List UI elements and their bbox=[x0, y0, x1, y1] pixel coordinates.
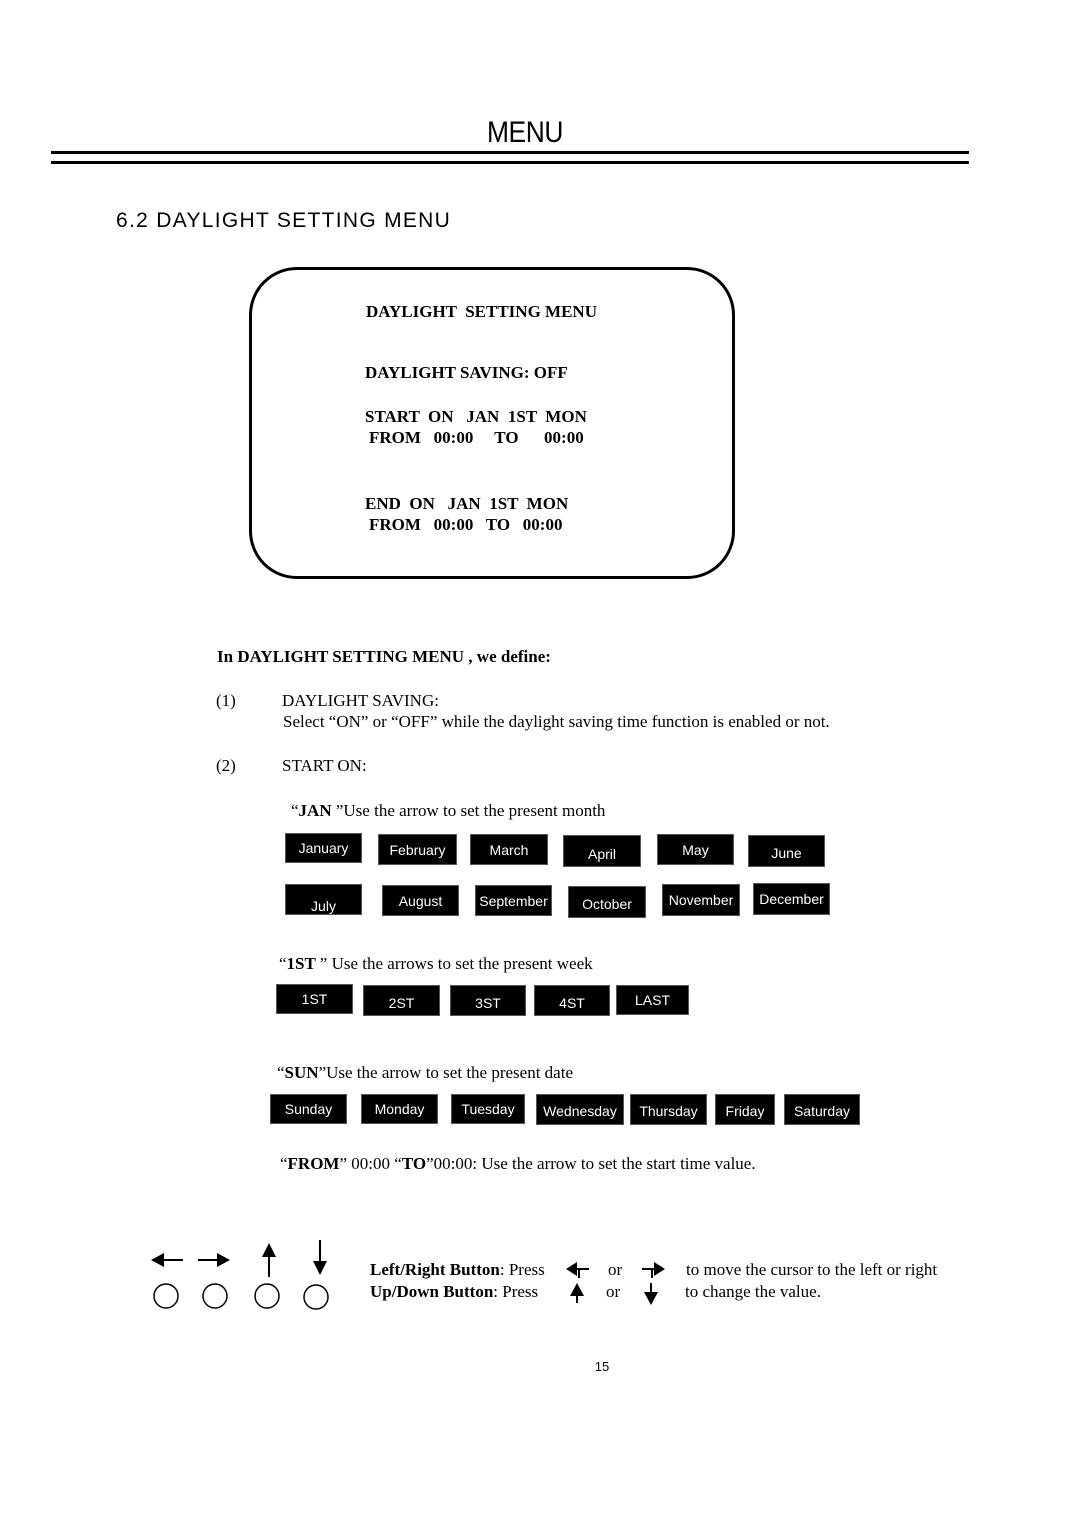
month-chip-january: January bbox=[285, 833, 362, 863]
day-chip-friday: Friday bbox=[715, 1094, 775, 1125]
time-hint-to-value: 00:00: Use the arrow to set the start ti… bbox=[433, 1154, 756, 1173]
right-button-circle[interactable] bbox=[202, 1283, 228, 1309]
month-chip-october: October bbox=[568, 886, 646, 918]
intro-text: In DAYLIGHT SETTING MENU , we define: bbox=[217, 647, 551, 666]
inline-down-arrow-icon bbox=[644, 1283, 658, 1305]
week-chip-2st: 2ST bbox=[363, 985, 440, 1016]
week-hint: “1ST ” Use the arrows to set the present… bbox=[279, 954, 593, 973]
month-chip-september: September bbox=[475, 885, 552, 916]
week-chip-4st: 4ST bbox=[534, 985, 610, 1016]
down-button-circle[interactable] bbox=[303, 1284, 329, 1310]
up-arrow-icon bbox=[262, 1243, 276, 1277]
osd-daylight-saving: DAYLIGHT SAVING: OFF bbox=[365, 363, 568, 382]
month-hint: “JAN ”Use the arrow to set the present m… bbox=[291, 801, 606, 820]
osd-end-on: END ON JAN 1ST MON bbox=[365, 494, 569, 513]
day-chip-tuesday: Tuesday bbox=[451, 1094, 525, 1124]
lr-button-label: Left/Right Button bbox=[370, 1260, 500, 1279]
ud-button-label: Up/Down Button bbox=[370, 1282, 494, 1301]
month-chip-november: November bbox=[662, 884, 740, 916]
month-chip-april: April bbox=[563, 835, 641, 867]
day-chip-thursday: Thursday bbox=[630, 1094, 707, 1125]
inline-right-arrow-icon bbox=[642, 1262, 665, 1278]
month-hint-keyword: JAN bbox=[298, 801, 336, 820]
osd-title: DAYLIGHT SETTING MENU bbox=[366, 302, 597, 321]
week-hint-keyword: 1ST bbox=[286, 954, 320, 973]
up-button-circle[interactable] bbox=[254, 1283, 280, 1309]
week-hint-text: Use the arrows to set the present week bbox=[327, 954, 593, 973]
item-1-label: DAYLIGHT SAVING: bbox=[282, 691, 439, 710]
day-hint: “SUN”Use the arrow to set the present da… bbox=[277, 1063, 573, 1082]
month-hint-text: Use the arrow to set the present month bbox=[343, 801, 606, 820]
item-2-label: START ON: bbox=[282, 756, 367, 775]
day-chip-sunday: Sunday bbox=[270, 1094, 347, 1124]
month-chip-march: March bbox=[470, 834, 548, 865]
section-title: 6.2 DAYLIGHT SETTING MENU bbox=[116, 209, 452, 232]
header-rule-bottom bbox=[51, 161, 969, 164]
day-chip-monday: Monday bbox=[361, 1094, 438, 1124]
osd-start-on: START ON JAN 1ST MON bbox=[365, 407, 587, 426]
lr-button-instruction: Left/Right Button: Press bbox=[370, 1260, 545, 1280]
lr-description: to move the cursor to the left or right bbox=[686, 1260, 938, 1279]
week-chip-last: LAST bbox=[616, 985, 689, 1015]
inline-up-arrow-icon bbox=[570, 1283, 584, 1303]
page-number: 15 bbox=[594, 1359, 610, 1374]
time-hint-from-value: 00:00 bbox=[347, 1154, 395, 1173]
item-2-number: (2) bbox=[216, 756, 236, 775]
month-chip-december: December bbox=[753, 883, 830, 915]
day-chip-saturday: Saturday bbox=[784, 1094, 860, 1125]
item-1-number: (1) bbox=[216, 691, 236, 710]
day-hint-keyword: SUN bbox=[284, 1063, 319, 1082]
week-chip-3st: 3ST bbox=[450, 985, 526, 1016]
header-rule-top bbox=[51, 151, 969, 154]
month-chip-february: February bbox=[378, 834, 457, 865]
down-arrow-icon bbox=[313, 1240, 327, 1275]
lr-press-text: : Press bbox=[499, 1260, 545, 1279]
day-chip-wednesday: Wednesday bbox=[536, 1094, 624, 1125]
left-button-circle[interactable] bbox=[153, 1283, 179, 1309]
ud-button-instruction: Up/Down Button: Press bbox=[370, 1282, 538, 1302]
lr-or-text: or bbox=[608, 1260, 623, 1279]
time-hint-from-keyword: FROM bbox=[287, 1154, 340, 1173]
left-arrow-icon bbox=[151, 1253, 183, 1267]
day-hint-text: Use the arrow to set the present date bbox=[326, 1063, 573, 1082]
osd-start-from: FROM 00:00 TO 00:00 bbox=[369, 428, 584, 447]
ud-or-text: or bbox=[606, 1282, 621, 1301]
time-hint-to-keyword: TO bbox=[401, 1154, 427, 1173]
month-chip-may: May bbox=[657, 834, 734, 865]
right-arrow-icon bbox=[198, 1253, 230, 1267]
ud-description: to change the value. bbox=[685, 1282, 821, 1301]
ud-press-text: : Press bbox=[493, 1282, 539, 1301]
month-chip-august: August bbox=[382, 885, 459, 916]
item-1-description: Select “ON” or “OFF” while the daylight … bbox=[283, 712, 830, 731]
osd-end-from: FROM 00:00 TO 00:00 bbox=[369, 515, 563, 534]
button-diagram bbox=[151, 1240, 329, 1310]
month-chip-july: July bbox=[285, 884, 362, 915]
week-chip-1st: 1ST bbox=[276, 984, 353, 1014]
month-chip-june: June bbox=[748, 835, 825, 867]
time-hint: “FROM” 00:00 “TO”00:00: Use the arrow to… bbox=[280, 1154, 756, 1173]
inline-left-arrow-icon bbox=[566, 1262, 589, 1278]
page-header-title: MENU bbox=[487, 116, 563, 149]
